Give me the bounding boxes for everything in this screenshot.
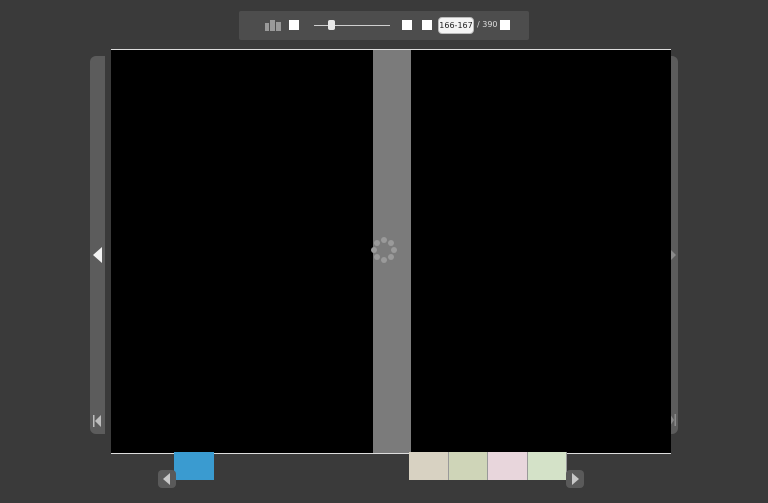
- left-side-panel: [90, 56, 105, 434]
- page-total-label: / 390: [477, 20, 498, 29]
- view-mode-button[interactable]: [289, 20, 299, 30]
- prev-page-button[interactable]: [402, 20, 412, 30]
- thumbnail-next-icon[interactable]: [566, 470, 584, 488]
- page-thumbnail[interactable]: [448, 452, 488, 480]
- page-thumbnail[interactable]: [527, 452, 567, 480]
- first-page-icon[interactable]: [93, 415, 101, 427]
- page-thumbnail[interactable]: [488, 452, 528, 480]
- right-page[interactable]: [411, 50, 671, 453]
- books-icon[interactable]: [265, 20, 281, 31]
- zoom-slider-track[interactable]: [314, 25, 390, 26]
- thumbnail-prev-icon[interactable]: [158, 470, 176, 488]
- zoom-slider-handle[interactable]: [328, 20, 335, 30]
- page-thumbnail[interactable]: [409, 452, 449, 480]
- page-thumbnail[interactable]: [174, 452, 214, 480]
- left-page[interactable]: [111, 50, 373, 453]
- fullscreen-button[interactable]: [500, 20, 510, 30]
- page-number-input[interactable]: [438, 17, 474, 34]
- previous-page-arrow-icon[interactable]: [93, 247, 102, 263]
- next-page-button[interactable]: [422, 20, 432, 30]
- loading-spinner-icon: [371, 237, 397, 263]
- next-page-arrow-icon[interactable]: [671, 250, 676, 260]
- thumbnail-strip[interactable]: [409, 452, 567, 480]
- viewer-toolbar: / 390: [239, 11, 529, 40]
